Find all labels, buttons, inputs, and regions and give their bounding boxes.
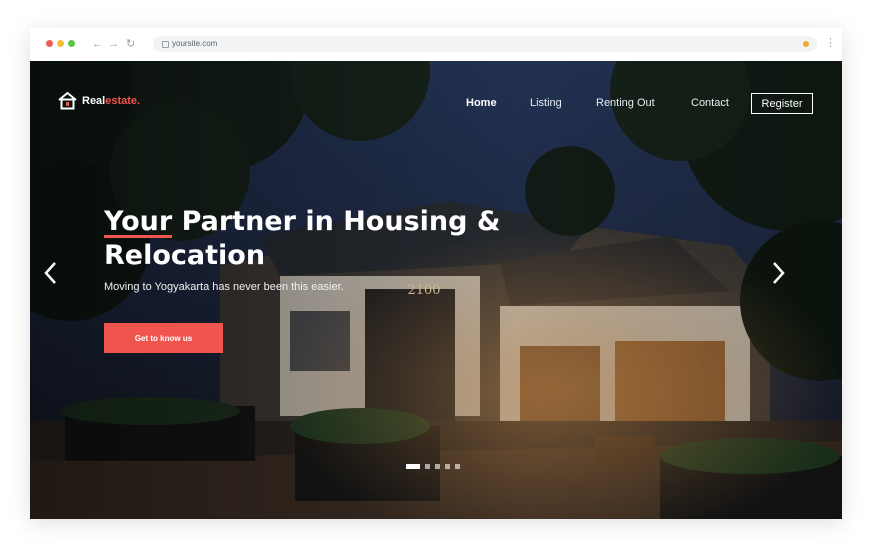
next-slide-arrow-icon[interactable]	[767, 257, 789, 289]
nav-listing[interactable]: Listing	[530, 97, 562, 109]
hero-headline: Your Partner in Housing & Relocation	[104, 205, 524, 273]
browser-menu-icon[interactable]: ⋮	[825, 35, 836, 51]
nav-renting-out[interactable]: Renting Out	[596, 97, 655, 109]
slider-dots	[406, 464, 460, 469]
slider-dot-3[interactable]	[435, 464, 440, 469]
slider-dot-1[interactable]	[406, 464, 420, 469]
url-text: yoursite.com	[172, 39, 218, 48]
reload-icon[interactable]: ↻	[126, 36, 135, 52]
hero-section: 2100 Real estate. Home Listing Renting Ou…	[30, 61, 842, 519]
house-logo-icon	[58, 91, 77, 110]
logo-text: Real	[82, 95, 106, 107]
address-bar[interactable]: yoursite.com	[153, 36, 817, 52]
close-window-button[interactable]	[46, 40, 53, 47]
site-logo[interactable]: Real estate.	[57, 91, 140, 111]
lock-icon	[162, 41, 169, 48]
minimize-window-button[interactable]	[57, 40, 64, 47]
slider-dot-4[interactable]	[445, 464, 450, 469]
headline-highlight: Your	[104, 206, 173, 238]
headline-line2: Relocation	[104, 240, 266, 271]
nav-contact[interactable]: Contact	[691, 97, 729, 109]
slider-dot-5[interactable]	[455, 464, 460, 469]
back-icon[interactable]: ←	[92, 36, 103, 52]
building-sign-text: 2100	[407, 283, 440, 298]
forward-icon[interactable]: →	[108, 36, 119, 52]
extension-icon[interactable]	[803, 41, 809, 47]
headline-line1-rest: Partner in Housing &	[172, 206, 501, 237]
register-button[interactable]: Register	[751, 93, 813, 114]
maximize-window-button[interactable]	[68, 40, 75, 47]
browser-toolbar: ← → ↻ yoursite.com ⋮	[30, 28, 842, 62]
logo-accent-text: estate.	[105, 95, 141, 107]
nav-home[interactable]: Home	[466, 97, 497, 109]
get-to-know-us-button[interactable]: Get to know us	[104, 323, 223, 353]
slider-dot-2[interactable]	[425, 464, 430, 469]
browser-window: ← → ↻ yoursite.com ⋮ 2100 Real estate. H…	[30, 28, 842, 519]
prev-slide-arrow-icon[interactable]	[40, 257, 62, 289]
hero-subtext: Moving to Yogyakarta has never been this…	[104, 281, 344, 293]
